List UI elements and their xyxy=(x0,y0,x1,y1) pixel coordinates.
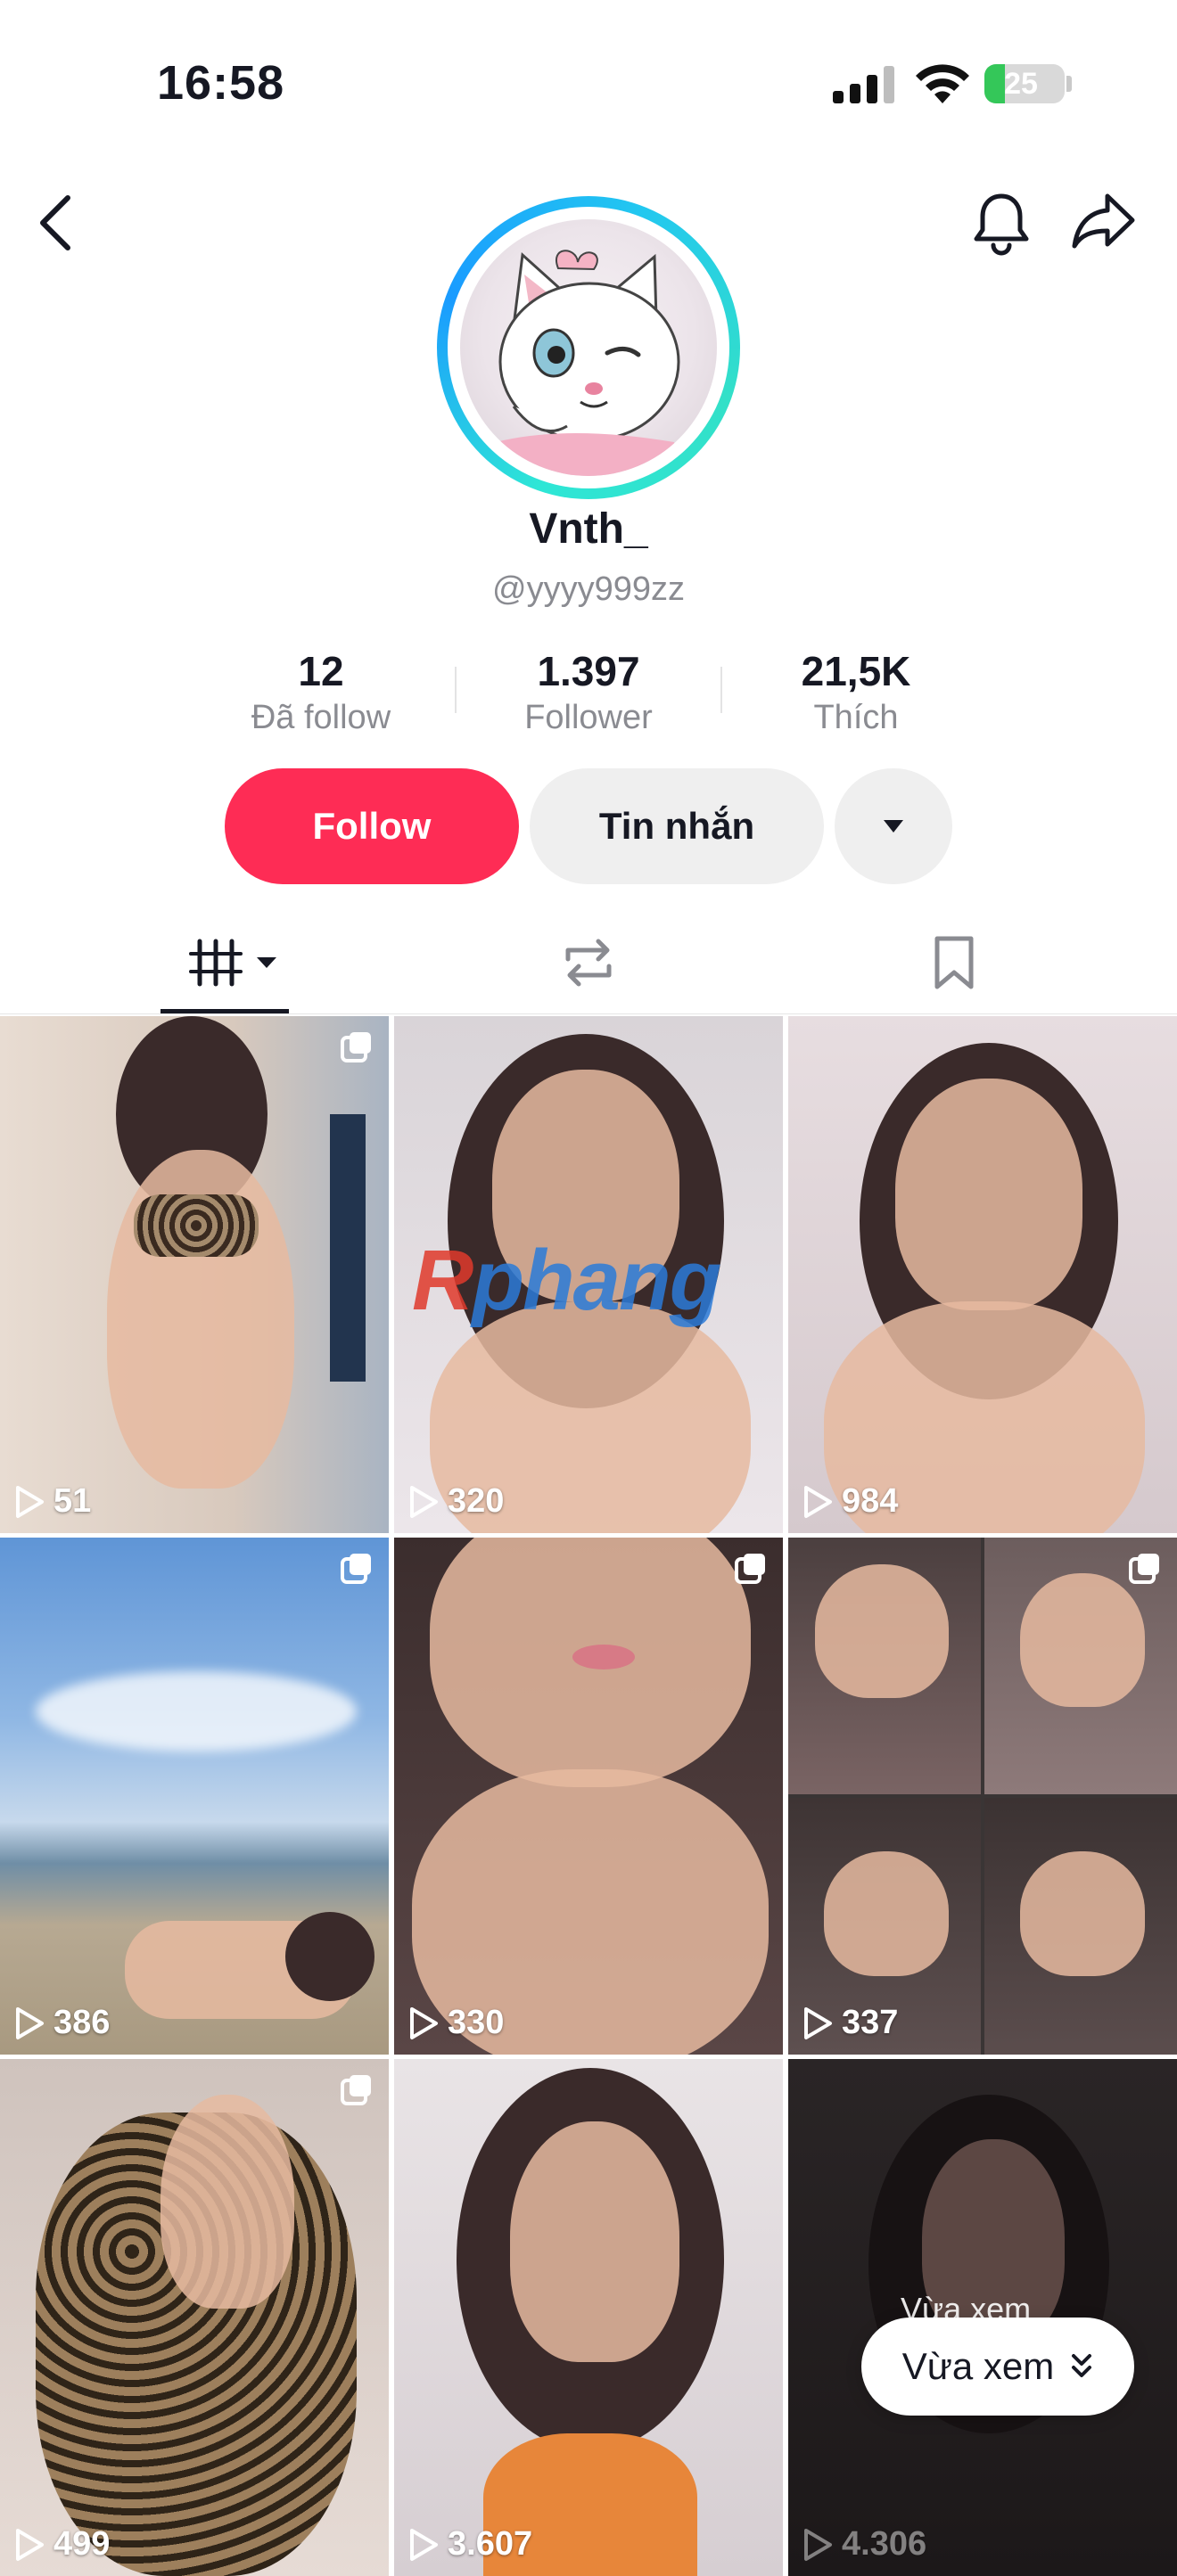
multi-photo-icon xyxy=(341,1032,371,1062)
status-time: 16:58 xyxy=(157,56,285,110)
video-views-count: 51 xyxy=(54,1482,92,1520)
follow-button[interactable]: Follow xyxy=(225,768,519,884)
video-views: 984 xyxy=(802,1482,898,1521)
wifi-icon xyxy=(916,64,969,103)
video-tile[interactable]: 337 xyxy=(788,1538,1177,2055)
video-tile-pattern xyxy=(134,1194,259,1257)
stat-following-value: 12 xyxy=(298,648,344,694)
video-views: 499 xyxy=(14,2525,110,2564)
more-options-button[interactable] xyxy=(835,768,952,884)
play-icon xyxy=(804,2006,832,2039)
avatar[interactable] xyxy=(460,219,717,476)
notification-bell-icon[interactable] xyxy=(970,189,1033,257)
back-chevron-icon[interactable] xyxy=(32,191,78,255)
multi-photo-icon xyxy=(735,1554,765,1584)
video-views: 330 xyxy=(408,2004,504,2042)
video-views: 337 xyxy=(802,2004,898,2042)
stat-following-label: Đã follow xyxy=(251,699,391,736)
video-tile-door xyxy=(330,1114,366,1382)
video-tile[interactable]: 499 xyxy=(0,2059,389,2576)
video-tile-lips xyxy=(572,1645,635,1669)
stat-likes-value: 21,5K xyxy=(801,648,911,694)
stat-followers[interactable]: 1.397 Follower xyxy=(482,647,696,737)
stat-likes-label: Thích xyxy=(813,699,899,736)
video-tile-cloud xyxy=(36,1671,357,1752)
stat-divider xyxy=(720,667,722,713)
caret-down-icon xyxy=(884,820,903,833)
video-views-count: 3.607 xyxy=(448,2525,533,2563)
share-arrow-icon[interactable] xyxy=(1070,191,1138,253)
multi-photo-icon xyxy=(341,2075,371,2105)
watermark-logo: Rphang xyxy=(412,1232,721,1330)
video-views: 3.607 xyxy=(408,2525,532,2564)
multi-photo-icon xyxy=(341,1554,371,1584)
stat-followers-label: Follower xyxy=(524,699,653,736)
message-button[interactable]: Tin nhắn xyxy=(530,768,824,884)
multi-photo-icon xyxy=(1129,1554,1159,1584)
video-tile[interactable]: 3.607 xyxy=(394,2059,783,2576)
video-views-count: 984 xyxy=(842,1482,899,1520)
battery-level: 25 xyxy=(1004,67,1038,101)
battery-nub xyxy=(1066,76,1072,92)
play-icon xyxy=(410,2006,438,2039)
stat-following[interactable]: 12 Đã follow xyxy=(214,647,428,737)
video-tile[interactable]: 51 xyxy=(0,1016,389,1533)
stat-likes[interactable]: 21,5K Thích xyxy=(749,647,963,737)
double-chevron-down-icon xyxy=(1072,2354,1092,2377)
video-views-count: 320 xyxy=(448,1482,505,1520)
watermark-logo-r: R xyxy=(412,1233,473,1328)
watermark-logo-text: phang xyxy=(472,1233,721,1328)
play-icon xyxy=(410,1485,438,1518)
video-views: 4.306 xyxy=(802,2525,926,2564)
cellular-signal-icon xyxy=(833,64,895,103)
recently-watched-label: Vừa xem xyxy=(901,2345,1055,2387)
collage-cell xyxy=(788,1538,981,1794)
caret-down-icon xyxy=(257,957,276,968)
video-views-count: 337 xyxy=(842,2004,899,2041)
tab-saved[interactable] xyxy=(901,918,1008,1007)
video-views-count: 386 xyxy=(54,2004,111,2041)
tabs-divider xyxy=(0,1013,1177,1014)
profile-name: Vnth_ xyxy=(529,505,648,553)
tab-videos[interactable] xyxy=(160,918,289,1007)
play-icon xyxy=(16,1485,44,1518)
stat-divider xyxy=(455,667,457,713)
video-grid-icon xyxy=(189,939,243,987)
collage-cell xyxy=(984,1798,1177,2055)
video-views: 51 xyxy=(14,1482,91,1521)
video-views-count: 4.306 xyxy=(842,2525,927,2563)
video-views-count: 499 xyxy=(54,2525,111,2563)
repost-icon xyxy=(565,939,612,987)
video-views: 320 xyxy=(408,1482,504,1521)
video-views: 386 xyxy=(14,2004,110,2042)
video-tile[interactable]: 386 xyxy=(0,1538,389,2055)
bookmark-icon xyxy=(934,936,974,989)
video-views-count: 330 xyxy=(448,2004,505,2041)
recently-watched-button[interactable]: Vừa xem xyxy=(861,2318,1134,2416)
stat-followers-value: 1.397 xyxy=(537,648,640,694)
white-cat-avatar-icon xyxy=(487,250,683,476)
profile-handle: @yyyy999zz xyxy=(492,570,685,608)
play-icon xyxy=(16,2006,44,2039)
battery-icon: 25 xyxy=(984,64,1065,103)
tab-reposts[interactable] xyxy=(535,918,642,1007)
video-tile[interactable]: 330 xyxy=(394,1538,783,2055)
video-tile[interactable]: 984 xyxy=(788,1016,1177,1533)
play-icon xyxy=(804,1485,832,1518)
